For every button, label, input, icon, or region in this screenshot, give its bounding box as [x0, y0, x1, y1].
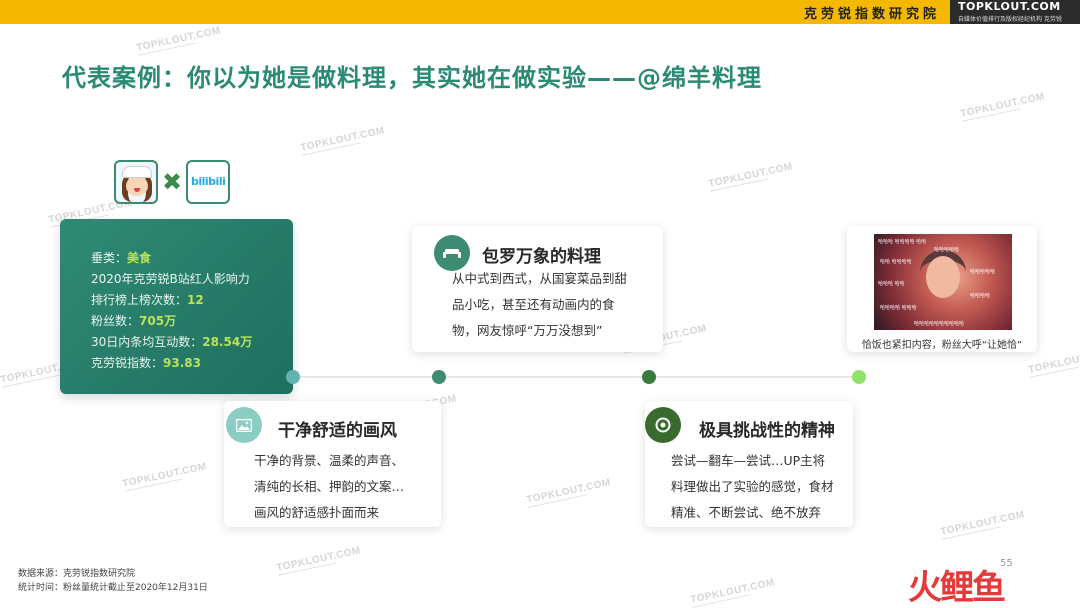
- interaction-line: 30日内条均互动数：28.54万: [91, 333, 252, 350]
- top-bar: 克劳锐指数研究院 TOPKLOUT.COM 自媒体价值排行及版权经纪机构 克劳锐: [0, 0, 1080, 24]
- index-line: 克劳锐指数：93.83: [91, 354, 201, 371]
- page-title: 代表案例：你以为她是做料理，其实她在做实验——@绵羊料理: [62, 64, 762, 92]
- variety-card: 包罗万象的料理 从中式到西式，从国宴菜品到甜 品小吃，甚至还有动画内的食 物，网…: [412, 226, 663, 352]
- corner-logo: 火鲤鱼: [908, 568, 1006, 608]
- category-label: 垂类：: [91, 251, 128, 265]
- timeline-dot: [286, 370, 300, 384]
- interaction-value: 28.54万: [202, 335, 253, 349]
- spirit-line: 料理做出了实验的感觉，食材: [671, 479, 834, 494]
- spirit-card: 极具挑战性的精神 尝试—翻车—尝试…UP主将 料理做出了实验的感觉，食材 精准、…: [645, 401, 853, 527]
- timeline-dot: [852, 370, 866, 384]
- category-value: 美食: [127, 251, 152, 265]
- fans-label: 粉丝数：: [91, 314, 140, 328]
- spirit-body: 尝试—翻车—尝试…UP主将 料理做出了实验的感觉，食材 精准、不断尝试、绝不放弃: [671, 448, 834, 526]
- variety-line: 从中式到西式，从国宴菜品到甜: [452, 271, 628, 286]
- timeline-dot: [642, 370, 656, 384]
- watermark: TOPKLOUT.COM: [121, 461, 208, 490]
- bilibili-logo-text: bilibili: [191, 175, 226, 188]
- interaction-label: 30日内条均互动数：: [91, 335, 203, 349]
- timeline-line: [293, 376, 859, 378]
- brand-box: TOPKLOUT.COM 自媒体价值排行及版权经纪机构 克劳锐: [950, 0, 1080, 24]
- footer-time: 统计时间：粉丝量统计截止至2020年12月31日: [18, 583, 208, 593]
- style-card: 干净舒适的画风 干净的背景、温柔的声音、 清纯的长相、押韵的文案… 画风的舒适感…: [224, 401, 441, 527]
- style-line: 画风的舒适感扑面而来: [254, 505, 380, 520]
- watermark: TOPKLOUT.COM: [707, 161, 794, 190]
- creator-avatar-logo: [114, 160, 158, 204]
- target-icon: [645, 407, 681, 443]
- times-icon: ✖: [162, 168, 183, 196]
- variety-line: 物，网友惊呼“万万没想到”: [452, 323, 603, 338]
- watermark: TOPKLOUT.COM: [959, 91, 1046, 120]
- index-value: 93.83: [163, 356, 201, 370]
- profile-card: 垂类：美食 2020年克劳锐B站红人影响力 排行榜上榜次数：12 粉丝数：705…: [60, 219, 293, 394]
- category-line: 垂类：美食: [91, 249, 151, 266]
- ranking-value: 12: [187, 293, 204, 307]
- variety-body: 从中式到西式，从国宴菜品到甜 品小吃，甚至还有动画内的食 物，网友惊呼“万万没想…: [452, 266, 627, 344]
- index-label: 克劳锐指数：: [91, 356, 164, 370]
- watermark: TOPKLOUT.COM: [135, 25, 222, 54]
- brand-subtitle: 自媒体价值排行及版权经纪机构 克劳锐: [958, 16, 1062, 23]
- style-line: 清纯的长相、押韵的文案…: [254, 479, 405, 494]
- style-title: 干净舒适的画风: [278, 421, 397, 441]
- watermark: TOPKLOUT.COM: [689, 577, 776, 606]
- photo-caption: 恰饭也紧扣内容，粉丝大呼“让她恰”: [861, 340, 1023, 351]
- bilibili-logo: bilibili: [186, 160, 230, 204]
- spirit-title: 极具挑战性的精神: [699, 421, 835, 441]
- style-line: 干净的背景、温柔的声音、: [254, 453, 405, 468]
- photo-card: 哈哈哈 哈哈哈哈 哈哈 哈哈哈哈哈 哈哈 哈哈哈哈 哈哈哈哈哈 哈哈哈 哈哈 哈…: [847, 226, 1037, 352]
- ranking-line: 排行榜上榜次数：12: [91, 291, 204, 308]
- ranking-label: 排行榜上榜次数：: [91, 293, 188, 307]
- style-body: 干净的背景、温柔的声音、 清纯的长相、押韵的文案… 画风的舒适感扑面而来: [254, 448, 404, 526]
- org-name: 克劳锐指数研究院: [803, 7, 940, 22]
- video-screenshot-image: 哈哈哈 哈哈哈哈 哈哈 哈哈哈哈哈 哈哈 哈哈哈哈 哈哈哈哈哈 哈哈哈 哈哈 哈…: [874, 234, 1012, 330]
- variety-line: 品小吃，甚至还有动画内的食: [452, 297, 615, 312]
- ranking-title: 2020年克劳锐B站红人影响力: [91, 272, 250, 286]
- brand-name: TOPKLOUT.COM: [958, 0, 1061, 13]
- spirit-line: 尝试—翻车—尝试…UP主将: [671, 453, 826, 468]
- spirit-line: 精准、不断尝试、绝不放弃: [671, 505, 822, 520]
- timeline-dot: [432, 370, 446, 384]
- watermark: TOPKLOUT.COM: [525, 477, 612, 506]
- footer-source: 数据来源：克劳锐指数研究院: [18, 569, 136, 579]
- watermark: TOPKLOUT.COM: [939, 509, 1026, 538]
- fans-line: 粉丝数：705万: [91, 312, 176, 329]
- watermark: TOPKLOUT.COM: [1028, 347, 1080, 378]
- image-icon: [226, 407, 262, 443]
- fans-value: 705万: [139, 314, 177, 328]
- watermark: TOPKLOUT.COM: [275, 545, 362, 574]
- variety-title: 包罗万象的料理: [482, 247, 601, 267]
- watermark: TOPKLOUT.COM: [299, 125, 386, 154]
